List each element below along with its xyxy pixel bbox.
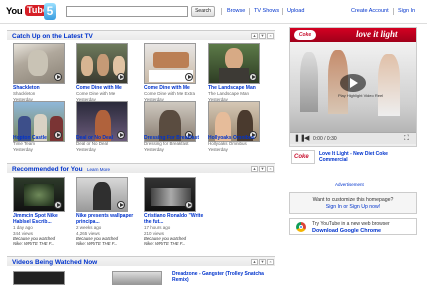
video-title-link[interactable]: Jimmcin Spot Nike Hablsel Escrib... bbox=[13, 213, 73, 225]
expand-icon[interactable]: ▼ bbox=[259, 259, 266, 265]
because-video-link[interactable]: Nike: WRITE THE F... bbox=[144, 241, 185, 246]
download-chrome-link[interactable]: Download Google Chrome bbox=[312, 228, 381, 235]
video-title-link[interactable]: Cristiano Ronaldo "Write the fut... bbox=[144, 213, 208, 225]
video-thumbnail[interactable] bbox=[13, 177, 65, 212]
nav-browse-link[interactable]: Browse bbox=[227, 8, 245, 15]
ad-headline: love it light bbox=[356, 29, 398, 39]
video-title-link[interactable]: Nike presents wallpaper principa... bbox=[76, 213, 138, 225]
coke-logo: Coke bbox=[294, 30, 316, 40]
video-thumbnail[interactable] bbox=[208, 43, 260, 84]
video-info: Hopton Castle Time Team Yesterday bbox=[13, 135, 71, 152]
video-info: Come Dine with Me Come Dine with Me Yest… bbox=[76, 85, 136, 102]
video-title-link[interactable]: Dreadzone - Gangster (Trolley Snatcha Re… bbox=[172, 271, 272, 285]
ad-player-controls: ❚❚ ◀ 0:00 / 0:30 ⛶ bbox=[290, 132, 416, 144]
play-icon bbox=[185, 201, 193, 209]
play-icon bbox=[54, 201, 62, 209]
play-icon bbox=[249, 73, 257, 81]
advertisement-video[interactable]: Coke love it light Play Highlight Video … bbox=[289, 27, 417, 147]
learn-more-link[interactable]: Learn More bbox=[87, 167, 110, 172]
video-thumbnail[interactable] bbox=[76, 177, 128, 212]
youtube-logo[interactable]: You Tube 5 bbox=[6, 3, 56, 20]
video-thumbnail[interactable] bbox=[144, 177, 196, 212]
ad-promo-title[interactable]: Love It Light - New Diet Coke Commercial bbox=[319, 151, 415, 163]
video-thumbnail[interactable] bbox=[76, 43, 128, 84]
nav-divider bbox=[282, 8, 283, 15]
video-info: Hollyoaks Omnibus Hollyoaks Omnibus Yest… bbox=[208, 135, 270, 152]
because-video-link[interactable]: Nike: WRITE THE F... bbox=[13, 241, 54, 246]
header-divider bbox=[0, 23, 427, 24]
video-channel[interactable]: Come Dine with Me Extra bbox=[144, 91, 204, 97]
play-icon bbox=[185, 73, 193, 81]
nav-divider bbox=[249, 8, 250, 15]
play-icon[interactable] bbox=[340, 74, 366, 92]
video-info: Dressing For Breakfast Dressing for Brea… bbox=[144, 135, 206, 152]
section-title: Catch Up on the Latest TV bbox=[12, 33, 93, 40]
chrome-promo-text: Try YouTube in a new web browser bbox=[312, 221, 390, 227]
ad-overlay-text: Play Highlight Video Reel bbox=[338, 93, 384, 98]
nav-tv-shows-link[interactable]: TV Shows bbox=[254, 8, 279, 15]
section-title: Videos Being Watched Now bbox=[12, 259, 98, 266]
ad-video-frame: Play Highlight Video Reel bbox=[290, 42, 416, 132]
video-thumbnail[interactable] bbox=[13, 43, 65, 84]
sign-in-or-up-link[interactable]: Sign In or Sign Up now! bbox=[290, 204, 416, 210]
fullscreen-icon[interactable]: ⛶ bbox=[404, 135, 409, 143]
coke-logo-text: Coke bbox=[294, 154, 309, 160]
collapse-icon[interactable]: ▲ bbox=[251, 33, 258, 39]
chrome-promo-box: Try YouTube in a new web browser Downloa… bbox=[289, 218, 417, 235]
logo-version-badge: 5 bbox=[44, 3, 56, 20]
recommended-video-info: Nike presents wallpaper principa... 2 we… bbox=[76, 213, 138, 246]
video-thumbnail[interactable] bbox=[112, 271, 162, 285]
close-icon[interactable]: × bbox=[267, 166, 274, 172]
close-icon[interactable]: × bbox=[267, 33, 274, 39]
recommended-section-header: Recommended for You Learn More ▲ ▼ × bbox=[7, 163, 275, 173]
chrome-icon bbox=[296, 222, 306, 232]
logo-you-text: You bbox=[6, 6, 23, 17]
watched-now-section-header: Videos Being Watched Now ▲ ▼ × bbox=[7, 256, 275, 266]
collapse-icon[interactable]: ▲ bbox=[251, 259, 258, 265]
play-icon bbox=[117, 73, 125, 81]
search-button[interactable]: Search bbox=[191, 6, 215, 17]
expand-icon[interactable]: ▼ bbox=[259, 166, 266, 172]
ad-banner: Coke love it light bbox=[290, 28, 416, 42]
nav-divider bbox=[221, 8, 222, 15]
video-info: The Landscape Man The Landscape Man Yest… bbox=[208, 85, 268, 102]
volume-icon[interactable]: ◀ bbox=[304, 135, 309, 143]
time-display: 0:00 / 0:30 bbox=[313, 136, 337, 142]
video-date: Yesterday bbox=[144, 146, 164, 152]
play-icon bbox=[117, 201, 125, 209]
expand-icon[interactable]: ▼ bbox=[259, 33, 266, 39]
nav-divider bbox=[393, 8, 394, 15]
diet-coke-logo[interactable]: Coke bbox=[291, 150, 315, 164]
create-account-link[interactable]: Create Account bbox=[351, 8, 389, 15]
sign-in-link[interactable]: Sign In bbox=[398, 8, 415, 15]
video-thumbnail[interactable] bbox=[144, 43, 196, 84]
customize-homepage-box: Want to customize this homepage? Sign In… bbox=[289, 192, 417, 214]
advertisement-label: Advertisement bbox=[335, 182, 364, 187]
recommended-video-info: Cristiano Ronaldo "Write the fut... 17 h… bbox=[144, 213, 208, 246]
tv-section-header: Catch Up on the Latest TV ▲ ▼ × bbox=[7, 30, 275, 40]
close-icon[interactable]: × bbox=[267, 259, 274, 265]
search-input[interactable] bbox=[66, 6, 188, 17]
customize-question: Want to customize this homepage? bbox=[312, 197, 394, 203]
video-date: Yesterday bbox=[13, 146, 33, 152]
video-date: Yesterday bbox=[208, 146, 228, 152]
because-video-link[interactable]: Nike: WRITE THE F... bbox=[76, 241, 117, 246]
video-date: Yesterday bbox=[76, 146, 96, 152]
play-icon bbox=[54, 73, 62, 81]
video-thumbnail[interactable] bbox=[13, 271, 65, 285]
video-info: Shackleton Shackleton Yesterday bbox=[13, 85, 69, 102]
nav-upload-link[interactable]: Upload bbox=[287, 8, 304, 15]
video-info: Come Dine with Me Come Dine with Me Extr… bbox=[144, 85, 204, 102]
section-title: Recommended for You bbox=[12, 166, 83, 173]
collapse-icon[interactable]: ▲ bbox=[251, 166, 258, 172]
video-info: Deal or No Deal Deal or No Deal Yesterda… bbox=[76, 135, 142, 152]
recommended-video-info: Jimmcin Spot Nike Hablsel Escrib... 1 da… bbox=[13, 213, 73, 246]
